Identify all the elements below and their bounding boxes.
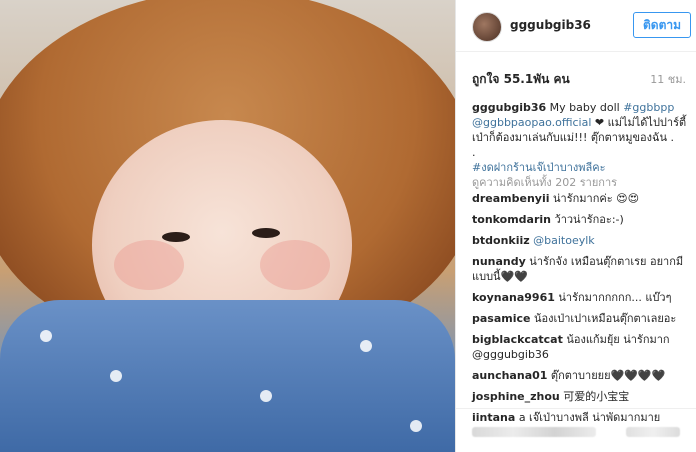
view-all-comments-link[interactable]: ดูความคิดเห็นทั้ง 202 รายการ (472, 173, 617, 191)
comment-username[interactable]: nunandy (472, 255, 526, 268)
left-cheek (114, 240, 184, 290)
comment-text: น่ารักมากค่ะ 😍😍 (553, 192, 640, 205)
comment-username[interactable]: dreambenyii (472, 192, 550, 205)
shirt-dot (260, 390, 272, 402)
comment-mention[interactable]: @baitoeylk (533, 234, 595, 247)
left-eye (162, 232, 190, 242)
caption-username[interactable]: gggubgib36 (472, 101, 546, 114)
mention-link[interactable]: @ggbbpaopao.official (472, 116, 591, 129)
comment-text: ตุ๊กตาบายยย🖤🖤🖤🖤 (550, 369, 666, 382)
comment-username[interactable]: btdonkiiz (472, 234, 530, 247)
blurred-action[interactable] (626, 427, 680, 437)
avatar[interactable] (472, 12, 502, 42)
shirt-dot (410, 420, 422, 432)
header-username[interactable]: gggubgib36 (510, 18, 591, 32)
comment-text: น้องเป่าเปาเหมือนตุ๊กตาเลยอะ (533, 312, 677, 325)
post-photo[interactable] (0, 0, 455, 452)
post-time: 11 ชม. (650, 73, 686, 86)
comment: btdonkiiz @baitoeylk (472, 233, 687, 248)
comment-text: 可爱的小宝宝 (563, 390, 630, 403)
post-side-panel: gggubgib36 ติดตาม ถูกใจ 55.1พัน คน 11 ชม… (455, 0, 696, 452)
comment-username[interactable]: tonkomdarin (472, 213, 551, 226)
caption-text: . (472, 146, 476, 159)
comment-username[interactable]: bigblackcatcat (472, 333, 563, 346)
likes-count[interactable]: ถูกใจ 55.1พัน คน (472, 70, 570, 89)
post-header: gggubgib36 ติดตาม (456, 0, 696, 52)
blurred-comment-input[interactable] (472, 427, 596, 437)
comments-list: dreambenyii น่ารักมากค่ะ 😍😍 tonkomdarin … (472, 191, 687, 431)
comment-username[interactable]: koynana9961 (472, 291, 555, 304)
right-eye (252, 228, 280, 238)
comment: koynana9961 น่ารักมากกกกก... แบ๊วๆ (472, 290, 687, 305)
comment-text: ว้าวน่ารักอะ:-) (554, 213, 624, 226)
comment: josphine_zhou 可爱的小宝宝 (472, 389, 687, 404)
caption: gggubgib36 My baby doll #ggbbpp @ggbbpao… (472, 100, 687, 175)
comment-username[interactable]: josphine_zhou (472, 390, 560, 403)
comment-username[interactable]: pasamice (472, 312, 530, 325)
comment-username[interactable]: aunchana01 (472, 369, 547, 382)
comment: tonkomdarin ว้าวน่ารักอะ:-) (472, 212, 687, 227)
comment: aunchana01 ตุ๊กตาบายยย🖤🖤🖤🖤 (472, 368, 687, 383)
follow-button[interactable]: ติดตาม (633, 12, 691, 38)
caption-text: My baby doll (546, 101, 624, 114)
shirt-dot (360, 340, 372, 352)
instagram-post: gggubgib36 ติดตาม ถูกใจ 55.1พัน คน 11 ชม… (0, 0, 696, 452)
comment: pasamice น้องเป่าเปาเหมือนตุ๊กตาเลยอะ (472, 311, 687, 326)
shirt (0, 300, 455, 452)
comment: nunandy น่ารักจัง เหมือนตุ๊กตาเรย อยากมี… (472, 254, 687, 284)
comment: dreambenyii น่ารักมากค่ะ 😍😍 (472, 191, 687, 206)
comment: bigblackcatcat น้องแก้มยุ้ย น่ารักมาก @g… (472, 332, 687, 362)
hashtag-link[interactable]: #ggbbpp (623, 101, 674, 114)
comment-text: น่ารักมากกกกก... แบ๊วๆ (558, 291, 672, 304)
comment-bar (456, 408, 696, 452)
right-cheek (260, 240, 330, 290)
shirt-dot (40, 330, 52, 342)
shirt-dot (110, 370, 122, 382)
